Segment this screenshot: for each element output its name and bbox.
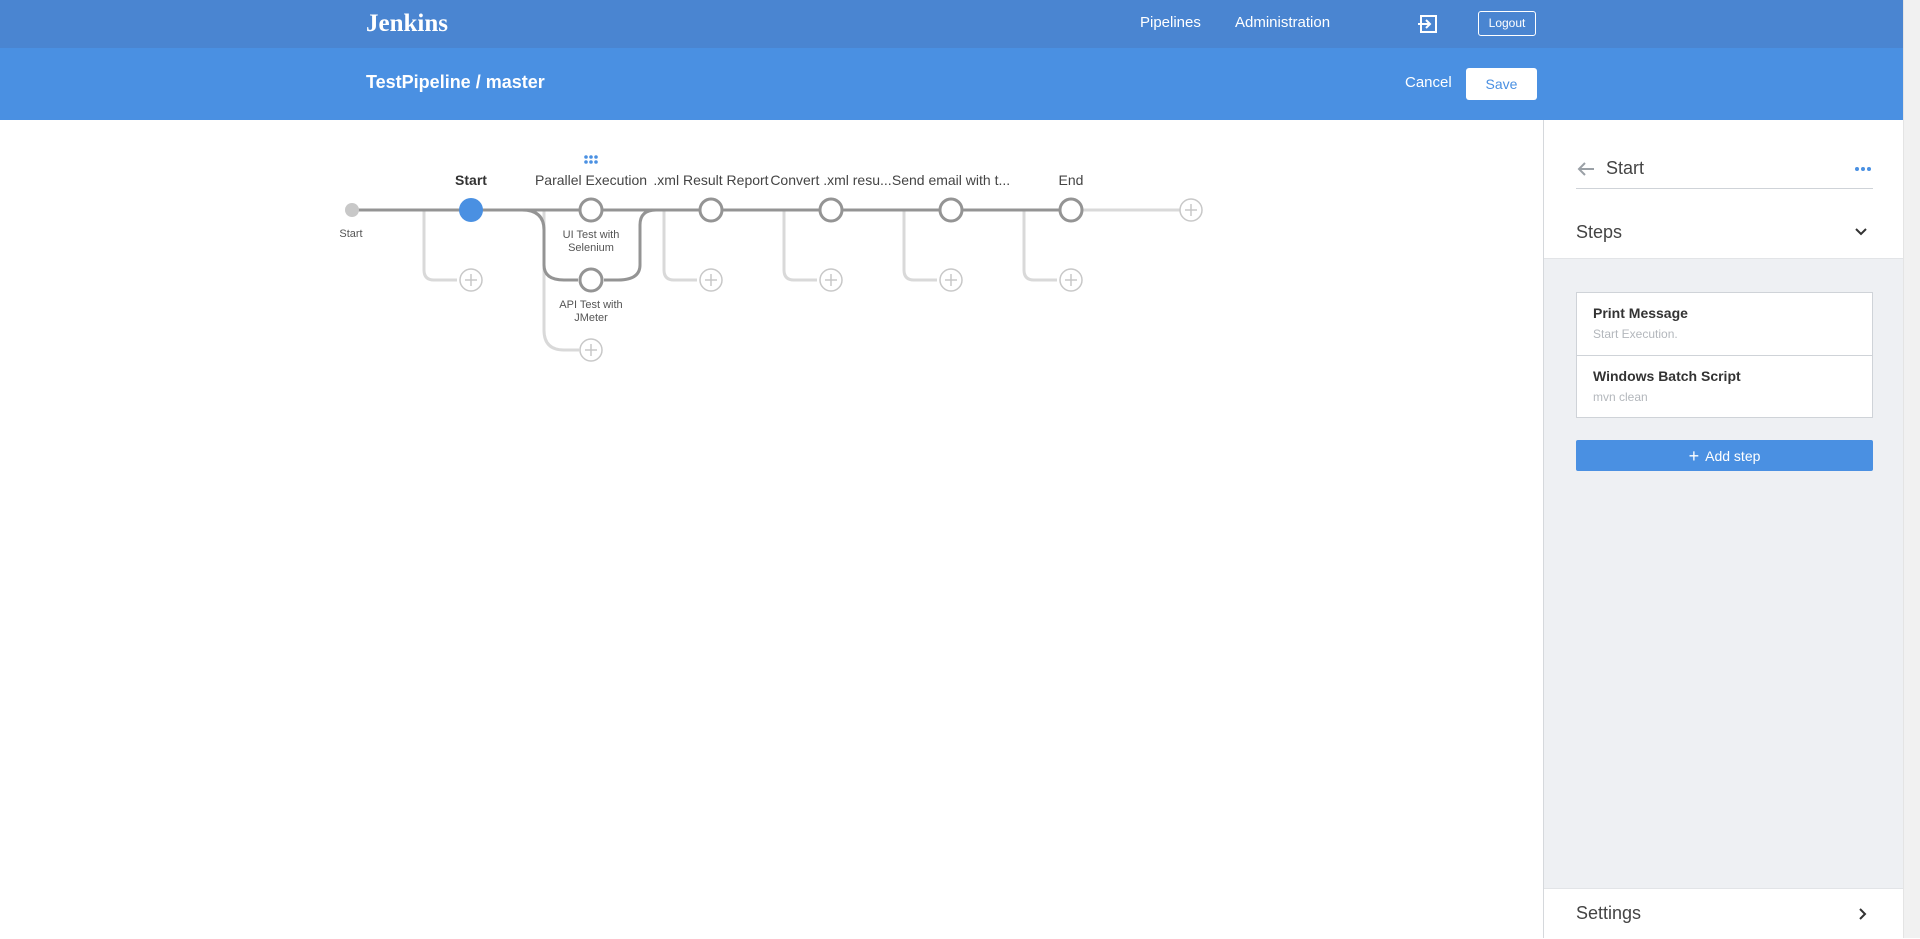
top-navbar: Jenkins Pipelines Administration Logout: [0, 0, 1903, 48]
editor-header: TestPipeline / master Cancel Save: [0, 48, 1903, 120]
step-description: Start Execution.: [1593, 327, 1678, 341]
stage-label-convert[interactable]: Convert .xml resu...: [770, 172, 891, 188]
nav-pipelines-link[interactable]: Pipelines: [1140, 14, 1201, 31]
add-step-label: Add step: [1705, 447, 1761, 464]
pipeline-start-label: Start: [339, 228, 363, 240]
step-name: Windows Batch Script: [1593, 368, 1741, 384]
cancel-button[interactable]: Cancel: [1405, 74, 1452, 91]
branch-label-api-test-line1: API Test with: [559, 299, 623, 311]
step-item-windows-batch[interactable]: Windows Batch Script mvn clean: [1577, 355, 1872, 417]
stage-label-send-email[interactable]: Send email with t...: [892, 172, 1010, 188]
add-step-button[interactable]: + Add step: [1576, 440, 1873, 471]
exit-icon[interactable]: [1418, 14, 1438, 34]
step-item-print-message[interactable]: Print Message Start Execution.: [1577, 293, 1872, 355]
stage-node-start: [459, 198, 483, 222]
stage-node-end: [1058, 197, 1084, 223]
branch-label-api-test[interactable]: API Test with JMeter: [546, 299, 636, 325]
step-name: Print Message: [1593, 305, 1688, 321]
chevron-down-icon[interactable]: [1854, 227, 1868, 237]
branch-label-ui-test[interactable]: UI Test with Selenium: [546, 229, 636, 255]
stage-label-start[interactable]: Start: [455, 172, 487, 188]
pipeline-graph: Start Start Parallel Execution .xml Resu…: [0, 120, 1543, 938]
page-title: TestPipeline / master: [366, 72, 545, 92]
stage-node-send-email: [938, 197, 964, 223]
stage-label-parallel-execution[interactable]: Parallel Execution: [535, 172, 647, 188]
step-description: mvn clean: [1593, 390, 1648, 404]
stage-config-panel: Start Steps Print Message Start Executio…: [1543, 120, 1903, 939]
title-underline: [1576, 188, 1873, 189]
pipeline-start-node: [345, 203, 359, 217]
branch-label-ui-test-line2: Selenium: [568, 242, 614, 254]
back-arrow-icon[interactable]: [1577, 161, 1595, 177]
settings-section[interactable]: Settings: [1544, 888, 1903, 939]
stage-label-xml-report[interactable]: .xml Result Report: [653, 172, 768, 188]
steps-heading[interactable]: Steps: [1576, 222, 1622, 243]
panel-title[interactable]: Start: [1606, 158, 1644, 179]
panel-header: Start Steps: [1544, 120, 1903, 259]
stage-node-ui-test: [578, 197, 604, 223]
stage-node-api-test: [578, 267, 604, 293]
stage-node-convert: [818, 197, 844, 223]
save-button[interactable]: Save: [1466, 68, 1537, 100]
drag-handle-icon: [584, 155, 598, 164]
jenkins-logo[interactable]: Jenkins: [366, 10, 448, 38]
chevron-right-icon: [1859, 908, 1867, 920]
stage-label-end[interactable]: End: [1059, 172, 1084, 188]
more-options-icon[interactable]: [1853, 164, 1873, 174]
steps-list: Print Message Start Execution. Windows B…: [1576, 292, 1873, 418]
logout-button[interactable]: Logout: [1478, 11, 1536, 36]
branch-label-ui-test-line1: UI Test with: [562, 229, 620, 241]
nav-administration-link[interactable]: Administration: [1235, 14, 1330, 31]
stage-node-xml-report: [698, 197, 724, 223]
page-scrollbar[interactable]: [1903, 0, 1920, 938]
plus-icon: +: [1688, 445, 1700, 466]
settings-label: Settings: [1576, 903, 1642, 923]
branch-label-api-test-line2: JMeter: [574, 312, 608, 324]
